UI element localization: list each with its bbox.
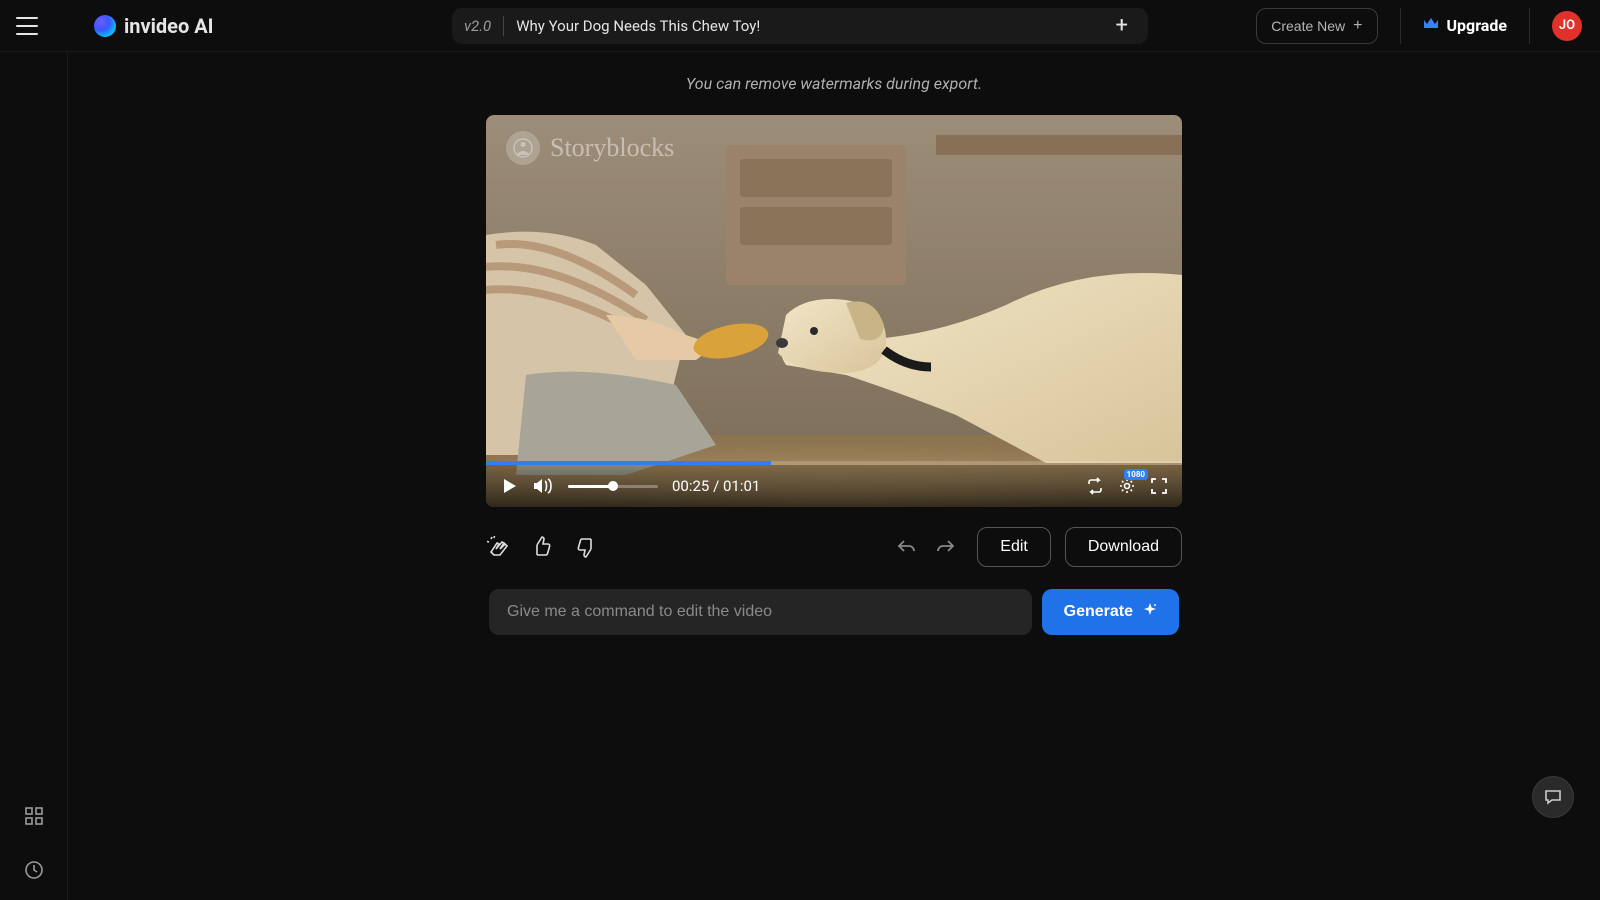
header: invideo AI v2.0 Why Your Dog Needs This …: [0, 0, 1600, 52]
avatar-initials: JO: [1559, 18, 1575, 33]
logo-text: invideo AI: [124, 14, 214, 38]
grid-icon[interactable]: [24, 806, 44, 826]
sparkle-icon: [1143, 603, 1157, 622]
generate-label: Generate: [1064, 603, 1133, 621]
volume-thumb: [608, 481, 618, 491]
history-icon[interactable]: [24, 860, 44, 880]
avatar[interactable]: JO: [1552, 11, 1582, 41]
upgrade-link[interactable]: Upgrade: [1423, 16, 1508, 35]
video-player[interactable]: Storyblocks 00:25 / 01:01: [486, 115, 1182, 507]
action-row: Edit Download: [486, 527, 1182, 567]
create-new-label: Create New: [1271, 18, 1345, 34]
undo-redo: [895, 536, 957, 558]
watermark-icon: [506, 131, 540, 165]
generate-button[interactable]: Generate: [1042, 589, 1179, 635]
divider: [1400, 8, 1401, 44]
main: You can remove watermarks during export.: [68, 52, 1600, 900]
watermark-text: Storyblocks: [550, 133, 674, 163]
left-rail: [0, 52, 68, 900]
watermark-hint: You can remove watermarks during export.: [686, 74, 982, 93]
time-current: 00:25: [672, 477, 709, 495]
plus-icon: +: [1353, 17, 1362, 35]
thumbs-up-icon[interactable]: [530, 535, 554, 559]
project-title: Why Your Dog Needs This Chew Toy!: [516, 17, 1095, 35]
menu-icon[interactable]: [16, 17, 38, 35]
video-frame: [486, 115, 1182, 507]
chat-icon: [1543, 787, 1563, 807]
redo-icon[interactable]: [935, 536, 957, 558]
logo[interactable]: invideo AI: [94, 14, 214, 38]
fullscreen-icon[interactable]: [1150, 477, 1168, 495]
header-right: Create New + Upgrade JO: [1256, 8, 1582, 44]
upgrade-label: Upgrade: [1447, 16, 1508, 35]
quality-badge: 1080: [1124, 469, 1148, 480]
time-display: 00:25 / 01:01: [672, 477, 760, 495]
feedback-icons: [486, 535, 598, 559]
loop-icon[interactable]: [1086, 477, 1104, 495]
clap-icon[interactable]: [486, 535, 510, 559]
volume-slider[interactable]: [568, 485, 658, 488]
download-label: Download: [1088, 538, 1159, 555]
edit-label: Edit: [1000, 538, 1028, 555]
command-input[interactable]: [489, 589, 1032, 635]
divider: [503, 16, 504, 36]
crown-icon: [1423, 16, 1439, 35]
settings-icon[interactable]: 1080: [1118, 477, 1136, 495]
project-title-bar[interactable]: v2.0 Why Your Dog Needs This Chew Toy! +: [452, 8, 1148, 44]
logo-icon: [94, 15, 116, 37]
chat-fab[interactable]: [1532, 776, 1574, 818]
video-controls: 00:25 / 01:01 1080: [486, 465, 1182, 507]
divider: [1529, 8, 1530, 44]
volume-icon[interactable]: [532, 477, 554, 495]
edit-button[interactable]: Edit: [977, 527, 1051, 567]
time-total: 01:01: [723, 477, 760, 495]
watermark: Storyblocks: [506, 131, 674, 165]
download-button[interactable]: Download: [1065, 527, 1182, 567]
create-new-button[interactable]: Create New +: [1256, 8, 1377, 44]
version-label: v2.0: [464, 17, 491, 35]
thumbs-down-icon[interactable]: [574, 535, 598, 559]
play-icon[interactable]: [500, 477, 518, 495]
volume-fill: [568, 485, 613, 488]
undo-icon[interactable]: [895, 536, 917, 558]
command-row: Generate: [489, 589, 1179, 635]
plus-icon[interactable]: +: [1108, 13, 1136, 38]
